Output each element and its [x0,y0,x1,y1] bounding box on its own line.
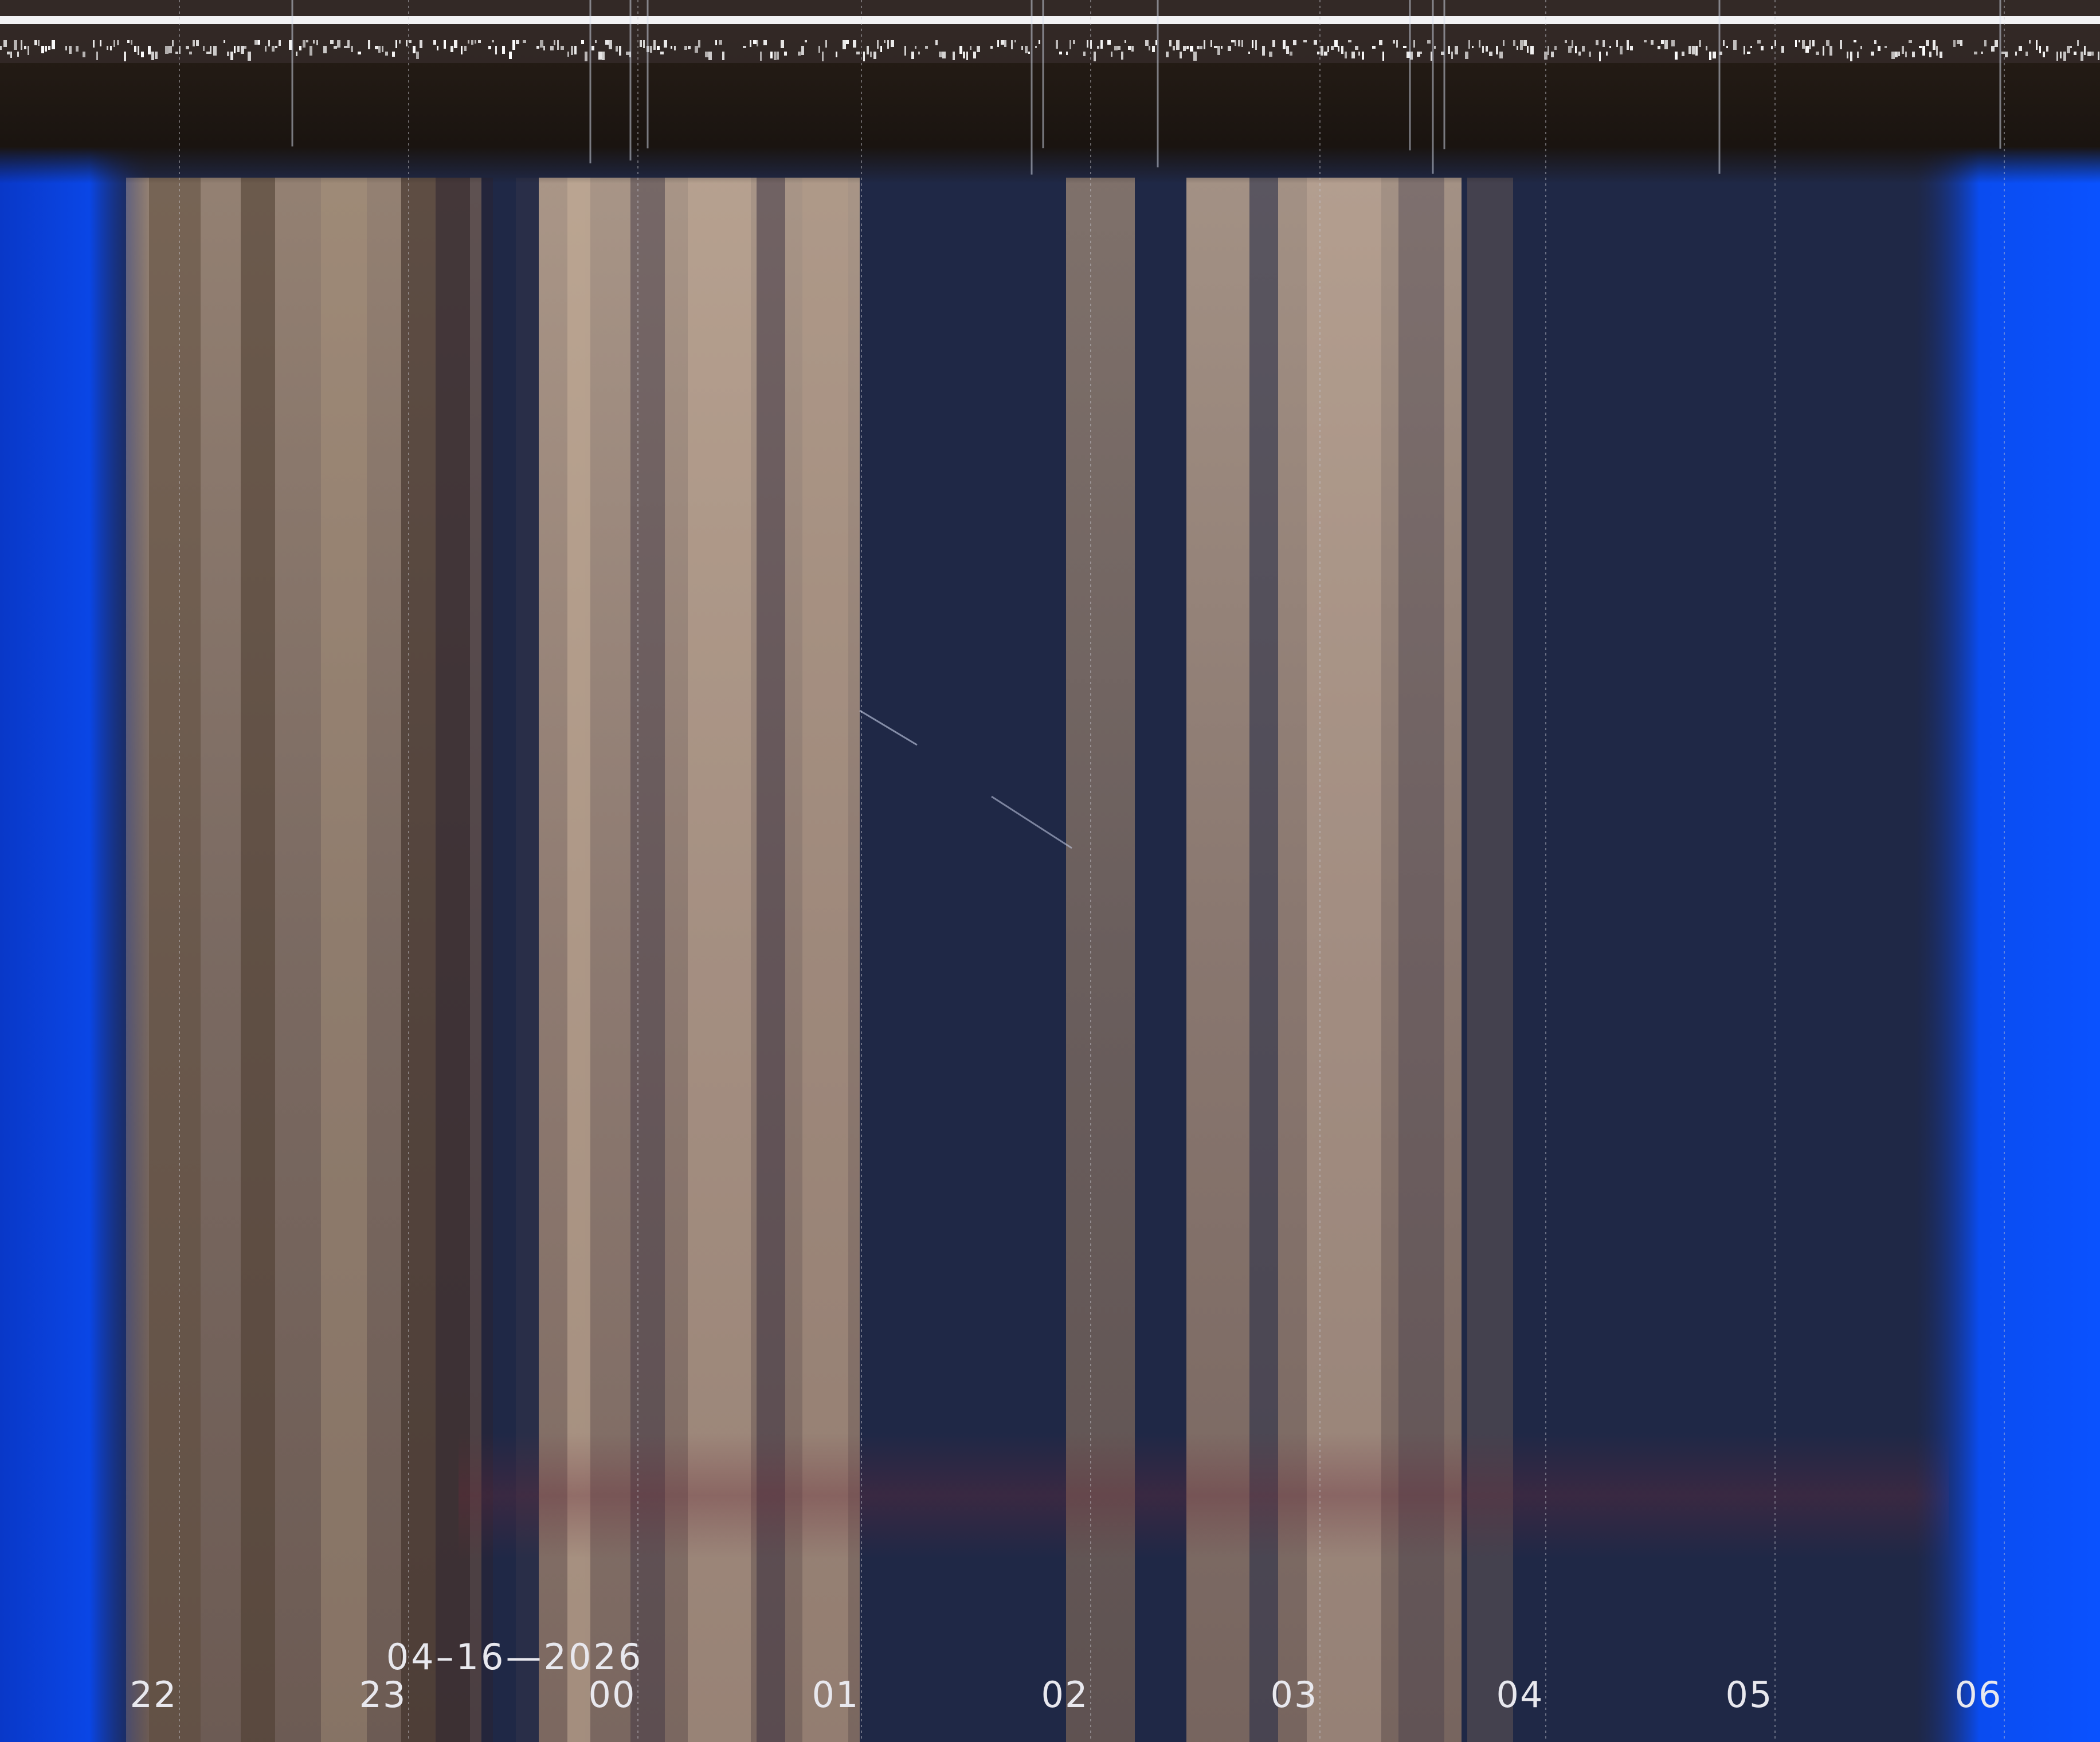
keogram-canvas: 22 23 00 01 02 03 04 05 06 04–16—2026 [0,0,2100,1742]
date-label: 04–16—2026 [386,1636,644,1678]
keogram-image [0,0,2100,1742]
hour-label-23: 23 [359,1674,407,1716]
hour-label-00: 00 [588,1674,636,1716]
hour-label-02: 02 [1041,1674,1089,1716]
hour-label-22: 22 [130,1674,178,1716]
hour-label-03: 03 [1270,1674,1318,1716]
hour-label-05: 05 [1725,1674,1773,1716]
hour-label-06: 06 [1954,1674,2003,1716]
hour-label-04: 04 [1496,1674,1544,1716]
hour-label-01: 01 [812,1674,860,1716]
